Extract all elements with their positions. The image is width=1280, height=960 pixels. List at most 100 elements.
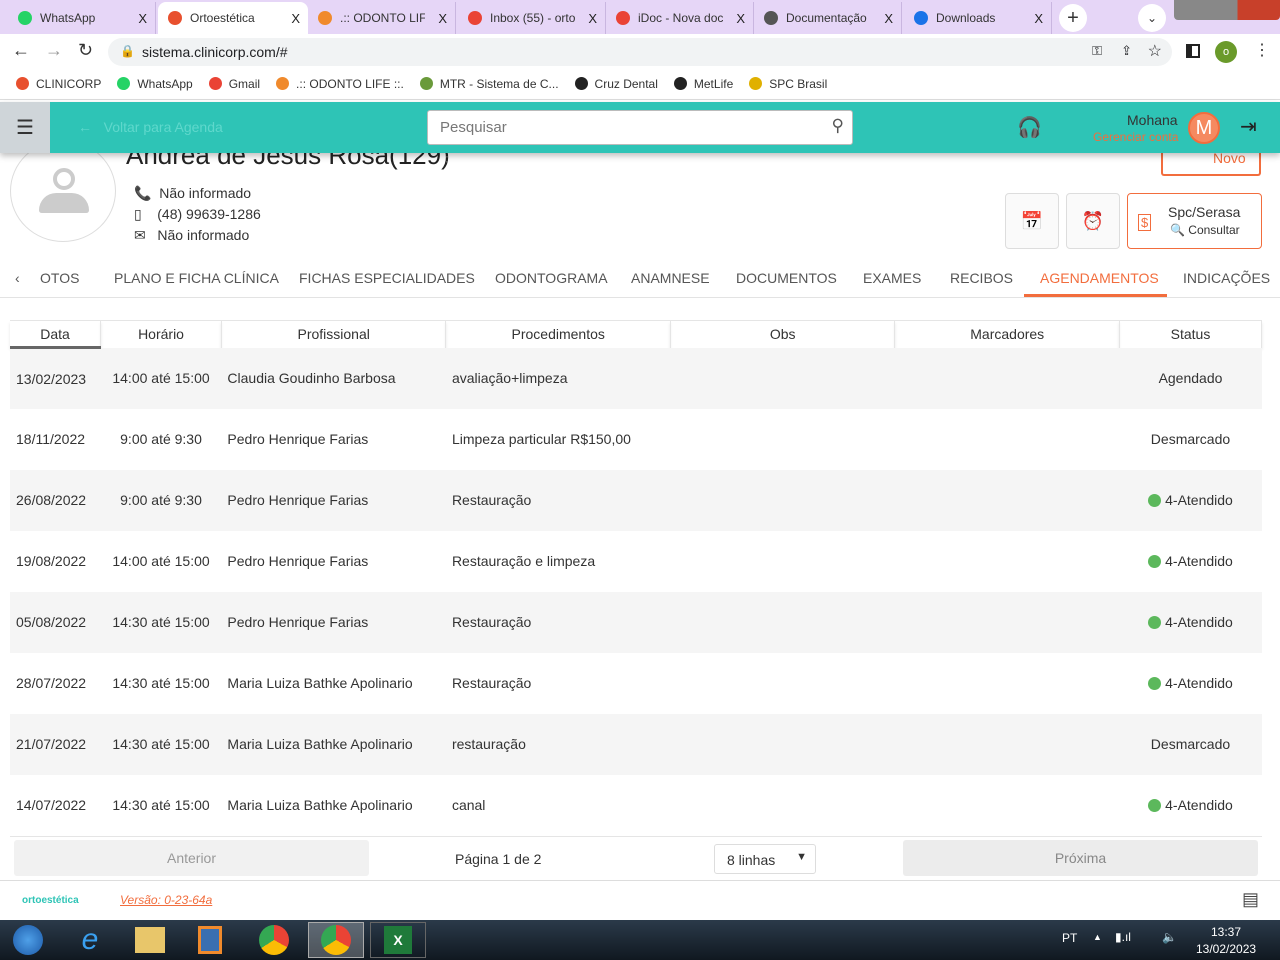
search-input[interactable]: Pesquisar ⚲: [427, 110, 853, 145]
tab-agendamentos[interactable]: AGENDAMENTOS: [1040, 270, 1159, 286]
tray-expand-icon[interactable]: ▲: [1093, 932, 1102, 942]
browser-tab[interactable]: Ortoestética X: [158, 2, 308, 34]
tab-title: WhatsApp: [40, 11, 96, 25]
address-bar-row: ← → ↻ 🔒 sistema.clinicorp.com/# ⚿ ⇪ ☆ o ⋮: [0, 34, 1280, 68]
bookmark-item[interactable]: MetLife: [673, 77, 733, 91]
menu-icon[interactable]: ⋮: [1254, 40, 1270, 60]
column-header-2[interactable]: Profissional: [221, 320, 447, 348]
table-row[interactable]: 21/07/2022 14:30 até 15:00 Maria Luiza Bat…: [10, 713, 1262, 775]
tab-close-icon[interactable]: X: [438, 11, 447, 26]
browser-tab[interactable]: Downloads X: [904, 2, 1052, 34]
next-button[interactable]: Próxima: [903, 840, 1258, 876]
clock-date[interactable]: 13/02/2023: [1196, 942, 1256, 956]
clock-time[interactable]: 13:37: [1211, 925, 1241, 939]
spc-serasa-button[interactable]: $ Spc/Serasa 🔍 Consultar: [1127, 193, 1262, 249]
key-icon[interactable]: ⚿: [1092, 43, 1102, 59]
column-header-0[interactable]: Data: [10, 320, 102, 349]
tab-close-icon[interactable]: X: [588, 11, 597, 26]
excel-icon[interactable]: X: [384, 926, 412, 954]
logout-icon[interactable]: ⇥: [1240, 114, 1257, 139]
search-icon[interactable]: ⚲: [832, 116, 844, 136]
browser-tab[interactable]: Documentação X: [754, 2, 902, 34]
internet-explorer-icon[interactable]: e: [62, 922, 118, 958]
tab-anamnese[interactable]: ANAMNESE: [631, 270, 710, 286]
language-indicator[interactable]: PT: [1062, 931, 1077, 945]
table-row[interactable]: 19/08/2022 14:00 até 15:00 Pedro Henrique …: [10, 531, 1262, 592]
column-header-6[interactable]: Status: [1119, 320, 1263, 348]
table-row[interactable]: 28/07/2022 14:30 até 15:00 Maria Luiza Bat…: [10, 653, 1262, 714]
volume-icon[interactable]: 🔈: [1162, 930, 1177, 944]
column-header-1[interactable]: Horário: [100, 320, 222, 348]
hamburger-menu-icon[interactable]: ☰: [0, 102, 50, 153]
tab-close-icon[interactable]: X: [1034, 11, 1043, 26]
new-button[interactable]: Novo: [1161, 150, 1261, 176]
support-headset-icon[interactable]: 🎧: [1017, 115, 1042, 140]
chat-icon[interactable]: ▤: [1242, 889, 1259, 910]
bookmark-item[interactable]: WhatsApp: [117, 77, 193, 91]
cell-proc: restauração: [445, 713, 671, 775]
profile-avatar[interactable]: o: [1215, 41, 1237, 63]
bookmark-item[interactable]: CLINICORP: [16, 77, 101, 91]
url-input[interactable]: 🔒 sistema.clinicorp.com/# ⚿ ⇪ ☆: [108, 38, 1172, 66]
calendar-check-button[interactable]: 📅: [1005, 193, 1059, 249]
table-row[interactable]: 05/08/2022 14:30 até 15:00 Pedro Henrique …: [10, 591, 1262, 653]
new-tab-button[interactable]: +: [1059, 4, 1087, 32]
column-header-4[interactable]: Obs: [670, 320, 896, 348]
back-to-agenda-link[interactable]: ← Voltar para Agenda: [78, 119, 223, 135]
tab-favicon-icon: [18, 11, 32, 25]
chrome-icon[interactable]: [259, 925, 289, 955]
version-link[interactable]: Versão: 0-23-64a: [120, 893, 212, 907]
browser-tab[interactable]: iDoc - Nova doc X: [606, 2, 754, 34]
bookmark-item[interactable]: Gmail: [208, 77, 260, 91]
chrome-profile-icon[interactable]: [321, 925, 351, 955]
user-avatar[interactable]: M: [1188, 112, 1220, 144]
previous-button[interactable]: Anterior: [14, 840, 369, 876]
tab-search-button[interactable]: ⌄: [1138, 4, 1166, 32]
tab-recibos[interactable]: RECIBOS: [950, 270, 1013, 286]
network-icon[interactable]: ▮.ıl: [1115, 930, 1131, 944]
bookmark-item[interactable]: SPC Brasil: [749, 77, 827, 91]
browser-tab[interactable]: WhatsApp X: [8, 2, 156, 34]
cell-date: 19/08/2022: [10, 531, 101, 592]
cell-text: 14:30 até 15:00: [112, 736, 210, 752]
rows-per-page-select[interactable]: 8 linhas ▼: [714, 844, 816, 874]
cell-marc: [894, 591, 1120, 653]
back-icon[interactable]: ←: [12, 40, 30, 61]
window-controls[interactable]: [1174, 0, 1280, 20]
share-icon[interactable]: ⇪: [1121, 43, 1132, 59]
cell-date: 28/07/2022: [10, 653, 101, 714]
tab-documentos[interactable]: DOCUMENTOS: [736, 270, 837, 286]
tab-indicações[interactable]: INDICAÇÕES: [1183, 270, 1270, 286]
browser-tab[interactable]: Inbox (55) - orto X: [458, 2, 606, 34]
tab-odontograma[interactable]: ODONTOGRAMA: [495, 270, 608, 286]
tab-close-icon[interactable]: X: [138, 11, 147, 26]
sidepanel-icon[interactable]: [1186, 44, 1200, 58]
tab-otos[interactable]: OTOS: [40, 270, 79, 286]
table-row[interactable]: 14/07/2022 14:30 até 15:00 Maria Luiza Bat…: [10, 775, 1262, 836]
tab-exames[interactable]: EXAMES: [863, 270, 921, 286]
browser-tab[interactable]: .:: ODONTO LIFE X: [308, 2, 456, 34]
tab-plano-e-ficha-clínica[interactable]: PLANO E FICHA CLÍNICA: [114, 270, 279, 286]
media-player-icon[interactable]: [198, 926, 222, 954]
alarm-add-button[interactable]: ⏰: [1066, 193, 1120, 249]
table-row[interactable]: 13/02/2023 14:00 até 15:00 Claudia Goudinh…: [10, 347, 1262, 409]
bookmark-item[interactable]: Cruz Dental: [574, 77, 658, 91]
tab-close-icon[interactable]: X: [884, 11, 893, 26]
manage-account-link[interactable]: Gerenciar conta: [1093, 130, 1178, 144]
table-row[interactable]: 18/11/2022 9:00 até 9:30 Pedro Henrique Fa…: [10, 409, 1262, 470]
reload-icon[interactable]: ↻: [78, 40, 93, 61]
column-header-3[interactable]: Procedimentos: [445, 320, 671, 348]
spc-title: Spc/Serasa: [1168, 204, 1241, 220]
tab-fichas-especialidades[interactable]: FICHAS ESPECIALIDADES: [299, 270, 475, 286]
bookmark-item[interactable]: .:: ODONTO LIFE ::.: [276, 77, 404, 91]
tab-close-icon[interactable]: X: [291, 11, 300, 26]
table-row[interactable]: 26/08/2022 9:00 até 9:30 Pedro Henrique Fa…: [10, 469, 1262, 531]
forward-icon[interactable]: →: [45, 40, 63, 61]
column-header-5[interactable]: Marcadores: [894, 320, 1120, 348]
start-button-icon[interactable]: [13, 925, 43, 955]
bookmark-item[interactable]: MTR - Sistema de C...: [419, 77, 559, 91]
tabs-scroll-left-icon[interactable]: ‹: [15, 270, 20, 286]
file-explorer-icon[interactable]: [135, 927, 165, 953]
tab-close-icon[interactable]: X: [736, 11, 745, 26]
star-icon[interactable]: ☆: [1148, 41, 1162, 61]
